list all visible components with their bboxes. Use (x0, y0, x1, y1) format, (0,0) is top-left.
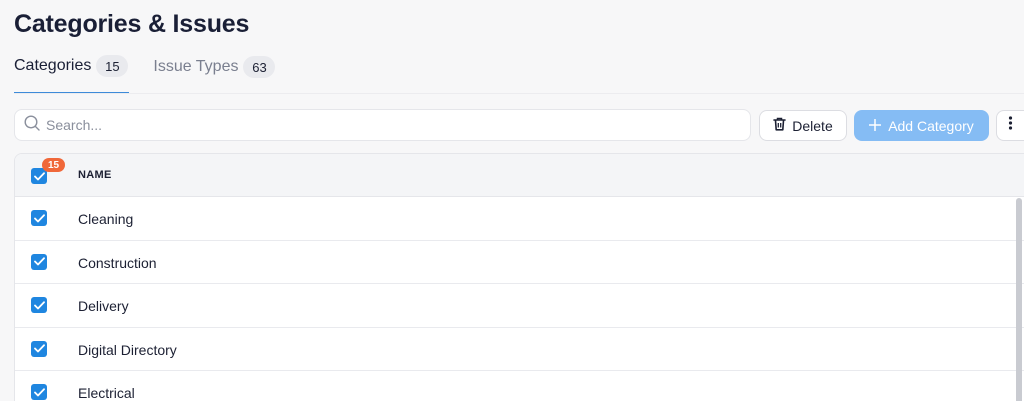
delete-button[interactable]: Delete (759, 110, 847, 141)
page-title: Categories & Issues (14, 10, 250, 38)
search-input[interactable] (46, 117, 726, 133)
trash-icon (773, 117, 787, 134)
table-row[interactable]: Digital Directory (15, 328, 1024, 371)
tab-count-badge: 15 (96, 55, 129, 77)
search-icon (24, 114, 40, 136)
check-icon (33, 213, 45, 222)
categories-table: 15 NAME Cleaning Construction Delivery D… (14, 153, 1024, 401)
column-header-name[interactable]: NAME (78, 169, 112, 181)
tab-issue-types[interactable]: Issue Types 63 (153, 52, 276, 94)
table-row[interactable]: Cleaning (15, 197, 1024, 241)
categories-issues-page: Categories & Issues Categories 15 Issue … (0, 0, 1024, 401)
tab-bar: Categories 15 Issue Types 63 (14, 52, 276, 94)
tab-label: Categories (14, 57, 92, 74)
row-checkbox[interactable] (31, 253, 47, 270)
category-name: Electrical (78, 385, 135, 401)
category-name: Delivery (78, 298, 129, 314)
table-row[interactable]: Construction (15, 241, 1024, 284)
category-name: Digital Directory (78, 341, 177, 358)
category-name: Cleaning (78, 211, 134, 227)
table-row[interactable]: Delivery (15, 284, 1024, 328)
check-icon (33, 171, 45, 180)
check-icon (33, 257, 45, 266)
table-scrollbar[interactable] (1016, 198, 1022, 401)
row-checkbox[interactable] (31, 340, 47, 357)
category-name: Construction (78, 254, 157, 271)
check-icon (33, 300, 45, 309)
table-row[interactable]: Electrical (15, 371, 1024, 401)
check-icon (33, 344, 45, 353)
tab-categories[interactable]: Categories 15 (14, 52, 130, 94)
add-category-button[interactable]: Add Category (854, 110, 989, 141)
search-box[interactable] (14, 109, 751, 141)
tab-count-badge: 63 (243, 56, 276, 78)
selected-count-badge: 15 (42, 158, 65, 172)
delete-label: Delete (792, 117, 833, 134)
check-icon (33, 387, 45, 396)
row-checkbox[interactable] (31, 210, 47, 226)
row-checkbox[interactable] (31, 297, 47, 313)
more-vertical-icon (1008, 116, 1013, 135)
table-header: 15 NAME (15, 154, 1024, 197)
row-checkbox[interactable] (31, 384, 47, 400)
tab-label: Issue Types (153, 58, 239, 75)
tabs-divider (14, 93, 1024, 94)
more-options-button[interactable] (996, 110, 1024, 141)
add-category-label: Add Category (888, 117, 974, 134)
plus-icon (868, 118, 882, 134)
